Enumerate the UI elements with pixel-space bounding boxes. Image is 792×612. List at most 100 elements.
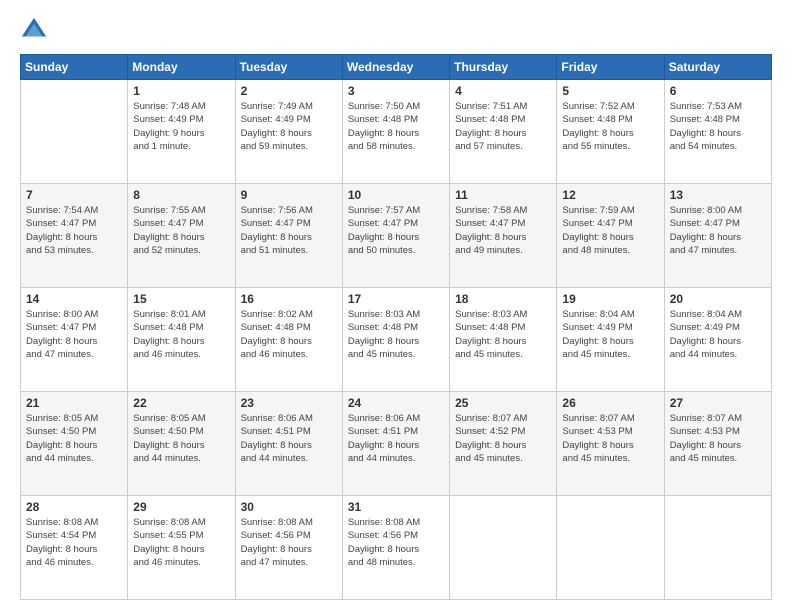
calendar-day-header: Tuesday (235, 55, 342, 80)
day-number: 16 (241, 292, 337, 306)
calendar-cell: 1Sunrise: 7:48 AM Sunset: 4:49 PM Daylig… (128, 80, 235, 184)
calendar-cell: 16 Sunrise: 8:02 AM Sunset: 4:48 PM Dayli… (235, 288, 342, 392)
day-number: 31 (348, 500, 444, 514)
day-info: Sunrise: 8:03 AM Sunset: 4:48 PM Dayligh… (348, 308, 444, 361)
day-number: 29 (133, 500, 229, 514)
day-number: 12 (562, 188, 658, 202)
day-info: Sunrise: 7:51 AM Sunset: 4:48 PM Dayligh… (455, 100, 551, 153)
day-number: 18 (455, 292, 551, 306)
calendar-cell: 12 Sunrise: 7:59 AM Sunset: 4:47 PM Dayli… (557, 184, 664, 288)
day-number: 24 (348, 396, 444, 410)
day-info: Sunrise: 7:58 AM Sunset: 4:47 PM Dayligh… (455, 204, 551, 257)
day-info: Sunrise: 8:07 AM Sunset: 4:53 PM Dayligh… (562, 412, 658, 465)
day-number: 28 (26, 500, 122, 514)
day-number: 21 (26, 396, 122, 410)
page: SundayMondayTuesdayWednesdayThursdayFrid… (0, 0, 792, 612)
calendar-cell: 20 Sunrise: 8:04 AM Sunset: 4:49 PM Dayli… (664, 288, 771, 392)
calendar-cell (664, 496, 771, 600)
calendar-cell: 28 Sunrise: 8:08 AM Sunset: 4:54 PM Dayli… (21, 496, 128, 600)
calendar-cell: 17 Sunrise: 8:03 AM Sunset: 4:48 PM Dayli… (342, 288, 449, 392)
calendar-cell: 24Sunrise: 8:06 AM Sunset: 4:51 PM Dayli… (342, 392, 449, 496)
calendar-cell: 2Sunrise: 7:49 AM Sunset: 4:49 PM Daylig… (235, 80, 342, 184)
day-number: 2 (241, 84, 337, 98)
calendar-day-header: Saturday (664, 55, 771, 80)
day-info: Sunrise: 8:08 AM Sunset: 4:54 PM Dayligh… (26, 516, 122, 569)
day-info: Sunrise: 8:02 AM Sunset: 4:48 PM Dayligh… (241, 308, 337, 361)
calendar-cell: 18Sunrise: 8:03 AM Sunset: 4:48 PM Dayli… (450, 288, 557, 392)
day-info: Sunrise: 7:52 AM Sunset: 4:48 PM Dayligh… (562, 100, 658, 153)
calendar-cell: 3 Sunrise: 7:50 AM Sunset: 4:48 PM Daylig… (342, 80, 449, 184)
calendar-cell: 14 Sunrise: 8:00 AM Sunset: 4:47 PM Dayli… (21, 288, 128, 392)
day-info: Sunrise: 7:59 AM Sunset: 4:47 PM Dayligh… (562, 204, 658, 257)
calendar-day-header: Friday (557, 55, 664, 80)
day-info: Sunrise: 8:05 AM Sunset: 4:50 PM Dayligh… (133, 412, 229, 465)
calendar-cell: 22 Sunrise: 8:05 AM Sunset: 4:50 PM Dayli… (128, 392, 235, 496)
calendar-cell: 31 Sunrise: 8:08 AM Sunset: 4:56 PM Dayli… (342, 496, 449, 600)
calendar-header-row: SundayMondayTuesdayWednesdayThursdayFrid… (21, 55, 772, 80)
day-info: Sunrise: 8:05 AM Sunset: 4:50 PM Dayligh… (26, 412, 122, 465)
calendar-week-row: 7Sunrise: 7:54 AM Sunset: 4:47 PM Daylig… (21, 184, 772, 288)
day-number: 15 (133, 292, 229, 306)
calendar-week-row: 21 Sunrise: 8:05 AM Sunset: 4:50 PM Dayli… (21, 392, 772, 496)
day-info: Sunrise: 8:00 AM Sunset: 4:47 PM Dayligh… (26, 308, 122, 361)
day-number: 3 (348, 84, 444, 98)
calendar-cell: 30 Sunrise: 8:08 AM Sunset: 4:56 PM Dayli… (235, 496, 342, 600)
day-info: Sunrise: 7:55 AM Sunset: 4:47 PM Dayligh… (133, 204, 229, 257)
day-info: Sunrise: 8:00 AM Sunset: 4:47 PM Dayligh… (670, 204, 766, 257)
day-number: 22 (133, 396, 229, 410)
calendar-table: SundayMondayTuesdayWednesdayThursdayFrid… (20, 54, 772, 600)
day-number: 27 (670, 396, 766, 410)
calendar-cell: 8 Sunrise: 7:55 AM Sunset: 4:47 PM Daylig… (128, 184, 235, 288)
day-info: Sunrise: 8:01 AM Sunset: 4:48 PM Dayligh… (133, 308, 229, 361)
calendar-cell: 5 Sunrise: 7:52 AM Sunset: 4:48 PM Daylig… (557, 80, 664, 184)
logo-icon (20, 16, 48, 44)
day-number: 9 (241, 188, 337, 202)
day-number: 4 (455, 84, 551, 98)
day-number: 14 (26, 292, 122, 306)
calendar-cell (21, 80, 128, 184)
day-info: Sunrise: 8:04 AM Sunset: 4:49 PM Dayligh… (670, 308, 766, 361)
day-info: Sunrise: 8:04 AM Sunset: 4:49 PM Dayligh… (562, 308, 658, 361)
calendar-cell: 15 Sunrise: 8:01 AM Sunset: 4:48 PM Dayli… (128, 288, 235, 392)
day-number: 30 (241, 500, 337, 514)
day-number: 20 (670, 292, 766, 306)
calendar-cell: 10Sunrise: 7:57 AM Sunset: 4:47 PM Dayli… (342, 184, 449, 288)
day-info: Sunrise: 7:56 AM Sunset: 4:47 PM Dayligh… (241, 204, 337, 257)
day-number: 23 (241, 396, 337, 410)
day-info: Sunrise: 8:07 AM Sunset: 4:52 PM Dayligh… (455, 412, 551, 465)
day-number: 8 (133, 188, 229, 202)
day-info: Sunrise: 8:08 AM Sunset: 4:56 PM Dayligh… (348, 516, 444, 569)
day-number: 13 (670, 188, 766, 202)
day-number: 6 (670, 84, 766, 98)
calendar-cell: 7Sunrise: 7:54 AM Sunset: 4:47 PM Daylig… (21, 184, 128, 288)
calendar-cell (557, 496, 664, 600)
calendar-cell (450, 496, 557, 600)
day-number: 17 (348, 292, 444, 306)
day-number: 1 (133, 84, 229, 98)
day-info: Sunrise: 8:06 AM Sunset: 4:51 PM Dayligh… (241, 412, 337, 465)
calendar-day-header: Thursday (450, 55, 557, 80)
calendar-week-row: 28 Sunrise: 8:08 AM Sunset: 4:54 PM Dayli… (21, 496, 772, 600)
day-number: 19 (562, 292, 658, 306)
calendar-cell: 25Sunrise: 8:07 AM Sunset: 4:52 PM Dayli… (450, 392, 557, 496)
day-number: 7 (26, 188, 122, 202)
calendar-cell: 19 Sunrise: 8:04 AM Sunset: 4:49 PM Dayli… (557, 288, 664, 392)
calendar-cell: 21 Sunrise: 8:05 AM Sunset: 4:50 PM Dayli… (21, 392, 128, 496)
day-number: 11 (455, 188, 551, 202)
day-info: Sunrise: 8:07 AM Sunset: 4:53 PM Dayligh… (670, 412, 766, 465)
calendar-week-row: 14 Sunrise: 8:00 AM Sunset: 4:47 PM Dayli… (21, 288, 772, 392)
day-number: 26 (562, 396, 658, 410)
day-info: Sunrise: 7:50 AM Sunset: 4:48 PM Dayligh… (348, 100, 444, 153)
day-info: Sunrise: 8:08 AM Sunset: 4:55 PM Dayligh… (133, 516, 229, 569)
day-info: Sunrise: 7:53 AM Sunset: 4:48 PM Dayligh… (670, 100, 766, 153)
day-info: Sunrise: 8:08 AM Sunset: 4:56 PM Dayligh… (241, 516, 337, 569)
day-number: 10 (348, 188, 444, 202)
day-number: 5 (562, 84, 658, 98)
calendar-day-header: Monday (128, 55, 235, 80)
calendar-cell: 29 Sunrise: 8:08 AM Sunset: 4:55 PM Dayli… (128, 496, 235, 600)
logo (20, 16, 52, 44)
calendar-cell: 6 Sunrise: 7:53 AM Sunset: 4:48 PM Daylig… (664, 80, 771, 184)
calendar-cell: 26 Sunrise: 8:07 AM Sunset: 4:53 PM Dayli… (557, 392, 664, 496)
calendar-week-row: 1Sunrise: 7:48 AM Sunset: 4:49 PM Daylig… (21, 80, 772, 184)
calendar-day-header: Wednesday (342, 55, 449, 80)
